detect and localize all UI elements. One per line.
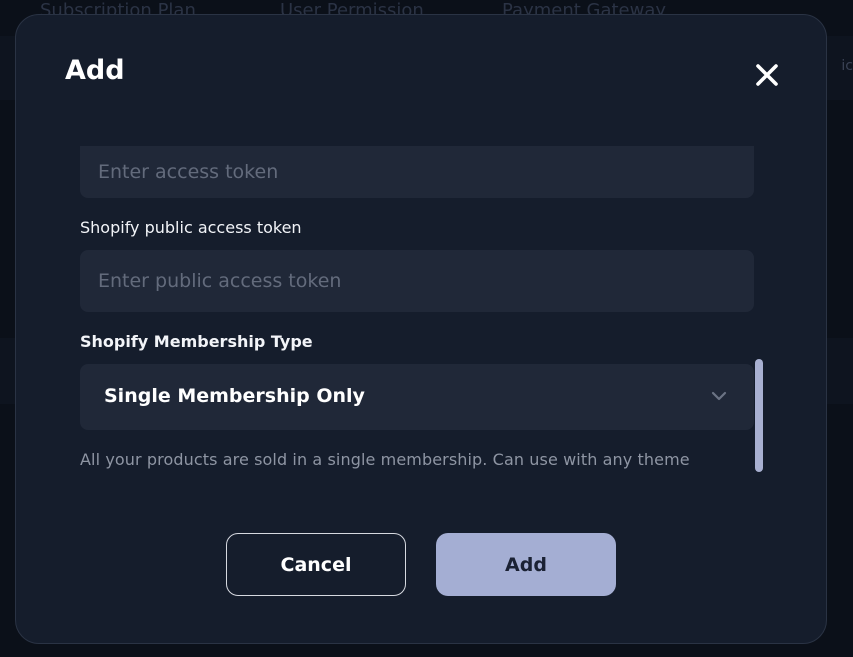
add-button[interactable]: Add	[436, 533, 616, 596]
add-modal: Add Shopify public access token Shopify …	[15, 14, 827, 644]
cancel-button[interactable]: Cancel	[226, 533, 406, 596]
access-token-input[interactable]	[80, 146, 754, 198]
close-button[interactable]	[754, 62, 780, 88]
membership-helper-text: All your products are sold in a single m…	[80, 450, 690, 469]
membership-type-select[interactable]: Single Membership Only	[80, 364, 754, 430]
close-icon	[756, 64, 778, 86]
background-fragment: ic	[841, 58, 853, 74]
public-access-token-input[interactable]	[80, 250, 754, 312]
modal-title: Add	[65, 55, 125, 86]
chevron-down-icon	[711, 391, 727, 401]
public-token-label: Shopify public access token	[80, 218, 302, 237]
scrollbar-thumb[interactable]	[755, 359, 763, 472]
membership-type-label: Shopify Membership Type	[80, 332, 313, 351]
membership-type-selected: Single Membership Only	[104, 385, 365, 407]
